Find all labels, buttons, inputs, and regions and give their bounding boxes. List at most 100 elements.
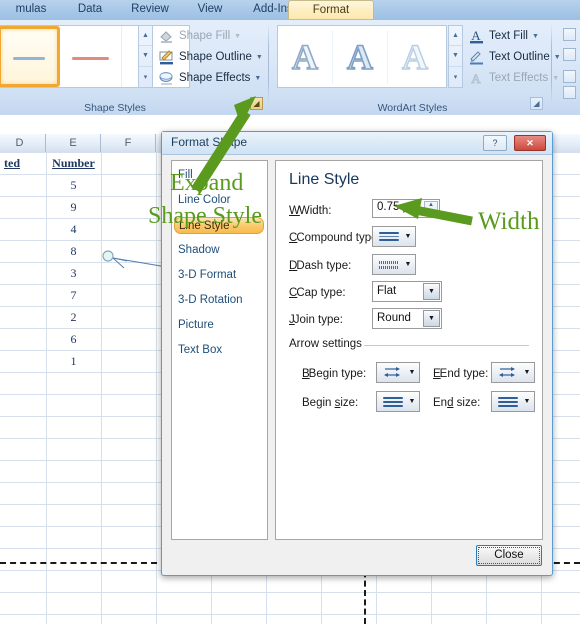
chevron-down-icon[interactable]: ▼ (552, 75, 559, 82)
dialog-title-bar[interactable]: Format Shape ? ✕ (162, 132, 552, 155)
command-shape-outline[interactable]: Shape Outline ▼ (158, 47, 263, 67)
command-text-outline-label: Text Outline (489, 51, 550, 63)
chevron-down-icon[interactable]: ▼ (532, 33, 539, 40)
join-type-label: JJoin type: (289, 314, 343, 326)
arrange-icon-4[interactable] (563, 86, 576, 99)
chevron-down-icon[interactable]: ▼ (423, 283, 440, 300)
close-button[interactable]: Close (476, 545, 542, 566)
group-shape-styles: ▲ ▼ ▾ Shape Fill ▼ Shape Outline ▼ Shape… (0, 20, 272, 116)
cell-e9[interactable]: 1 (46, 351, 101, 371)
annotation-expand-shape-style-line2: Shape Style (148, 203, 262, 229)
tab-format-label: Format (312, 4, 350, 16)
size-preview-icon (377, 396, 405, 407)
chevron-down-icon[interactable]: ▼ (405, 369, 419, 376)
join-type-select[interactable]: Round ▼ (372, 308, 442, 329)
wordart-thumb-1[interactable]: A (278, 29, 333, 84)
wordart-styles-gallery[interactable]: A A A (277, 25, 447, 88)
chevron-down-icon[interactable]: ▼ (254, 75, 261, 82)
wordart-styles-scroll[interactable]: ▲ ▼ ▾ (448, 25, 463, 88)
cell-e3[interactable]: 4 (46, 219, 101, 239)
end-type-dropdown[interactable]: ▼ (491, 362, 535, 383)
shape-styles-dialog-launcher[interactable]: ◢ (250, 97, 263, 110)
scroll-up-icon[interactable]: ▲ (139, 26, 152, 47)
cell-e2[interactable]: 9 (46, 197, 101, 217)
cell-e7[interactable]: 2 (46, 307, 101, 327)
cell-d5[interactable]: 5 (0, 263, 11, 283)
scroll-down-icon[interactable]: ▼ (139, 46, 152, 67)
cell-e6[interactable]: 7 (46, 285, 101, 305)
cell-d1[interactable]: 1 (0, 175, 11, 195)
cell-d7[interactable]: 7 (0, 307, 11, 327)
begin-size-dropdown[interactable]: ▼ (376, 391, 420, 412)
format-shape-dialog[interactable]: Format Shape ? ✕ Fill Line Color Line St… (161, 131, 553, 576)
shape-styles-scroll[interactable]: ▲ ▼ ▾ (138, 25, 153, 88)
cell-d4[interactable]: 4 (0, 241, 11, 261)
tab-review[interactable]: Review (118, 0, 182, 19)
cell-d8[interactable]: 8 (0, 329, 11, 349)
chevron-down-icon[interactable]: ▼ (256, 54, 263, 61)
cell-d9[interactable]: 9 (0, 351, 11, 371)
chevron-down-icon[interactable]: ▼ (423, 310, 440, 327)
width-input[interactable]: 0.75 pt ▲ ▼ (372, 199, 440, 218)
column-header-e[interactable]: E (46, 134, 101, 152)
tab-data[interactable]: Data (62, 0, 118, 19)
nav-item-3d-format[interactable]: 3-D Format (178, 267, 236, 284)
gallery-more-icon[interactable]: ▾ (449, 67, 462, 87)
arrange-icon-1[interactable] (563, 28, 576, 41)
cell-e4[interactable]: 8 (46, 241, 101, 261)
cap-type-select[interactable]: Flat ▼ (372, 281, 442, 302)
cell-d-header[interactable]: ted (0, 153, 38, 173)
chevron-down-icon[interactable]: ▼ (520, 398, 534, 405)
text-effects-icon: A (468, 70, 485, 87)
cell-e1[interactable]: 5 (46, 175, 101, 195)
gallery-more-icon[interactable]: ▾ (139, 67, 152, 87)
end-size-dropdown[interactable]: ▼ (491, 391, 535, 412)
chevron-down-icon[interactable]: ▼ (405, 398, 419, 405)
cell-e-header[interactable]: Number (46, 153, 101, 173)
chevron-down-icon[interactable]: ▼ (401, 261, 415, 268)
wordart-styles-dialog-launcher[interactable]: ◢ (530, 97, 543, 110)
annotation-width: Width (478, 208, 540, 235)
chevron-down-icon[interactable]: ▼ (554, 54, 561, 61)
command-text-outline[interactable]: Text Outline ▼ (468, 47, 561, 67)
compound-type-dropdown[interactable]: ▼ (372, 226, 416, 247)
nav-item-shadow[interactable]: Shadow (178, 242, 220, 259)
width-spinner[interactable]: ▲ ▼ (424, 201, 438, 216)
cell-e8[interactable]: 6 (46, 329, 101, 349)
tab-formulas[interactable]: mulas (0, 0, 62, 19)
nav-item-text-box[interactable]: Text Box (178, 342, 222, 359)
group-divider (551, 24, 552, 104)
tab-view[interactable]: View (182, 0, 238, 19)
scroll-down-icon[interactable]: ▼ (449, 46, 462, 67)
close-icon[interactable]: ✕ (514, 135, 546, 151)
arrange-icon-3[interactable] (563, 70, 576, 83)
spin-down-icon[interactable]: ▼ (425, 209, 437, 216)
cell-d6[interactable]: 6 (0, 285, 11, 305)
nav-item-3d-rotation[interactable]: 3-D Rotation (178, 292, 243, 309)
dash-type-dropdown[interactable]: ▼ (372, 254, 416, 275)
wordart-thumb-2[interactable]: A (333, 29, 388, 84)
text-outline-icon (468, 49, 485, 66)
shape-style-red-line[interactable] (60, 26, 122, 87)
begin-type-label-text: Begin type: (308, 368, 367, 380)
chevron-down-icon[interactable]: ▼ (234, 33, 241, 40)
cell-d2[interactable]: 2 (0, 197, 11, 217)
tab-format[interactable]: Format (288, 0, 374, 19)
help-button[interactable]: ? (483, 135, 507, 151)
cell-e5[interactable]: 3 (46, 263, 101, 283)
column-header-d[interactable]: D (0, 134, 46, 152)
command-shape-effects[interactable]: Shape Effects ▼ (158, 68, 261, 88)
shape-style-blue-line[interactable] (0, 26, 60, 87)
wordart-thumb-3[interactable]: A (388, 30, 442, 84)
chevron-down-icon[interactable]: ▼ (401, 233, 415, 240)
chevron-down-icon[interactable]: ▼ (520, 369, 534, 376)
command-shape-fill[interactable]: Shape Fill ▼ (158, 26, 241, 46)
command-text-fill[interactable]: A Text Fill ▼ (468, 26, 539, 46)
cell-d3[interactable]: 3 (0, 219, 11, 239)
begin-type-dropdown[interactable]: ▼ (376, 362, 420, 383)
command-text-effects[interactable]: A Text Effects ▼ (468, 68, 559, 88)
scroll-up-icon[interactable]: ▲ (449, 26, 462, 47)
nav-item-picture[interactable]: Picture (178, 317, 214, 334)
arrange-icon-2[interactable] (563, 48, 576, 61)
column-header-f[interactable]: F (101, 134, 156, 152)
